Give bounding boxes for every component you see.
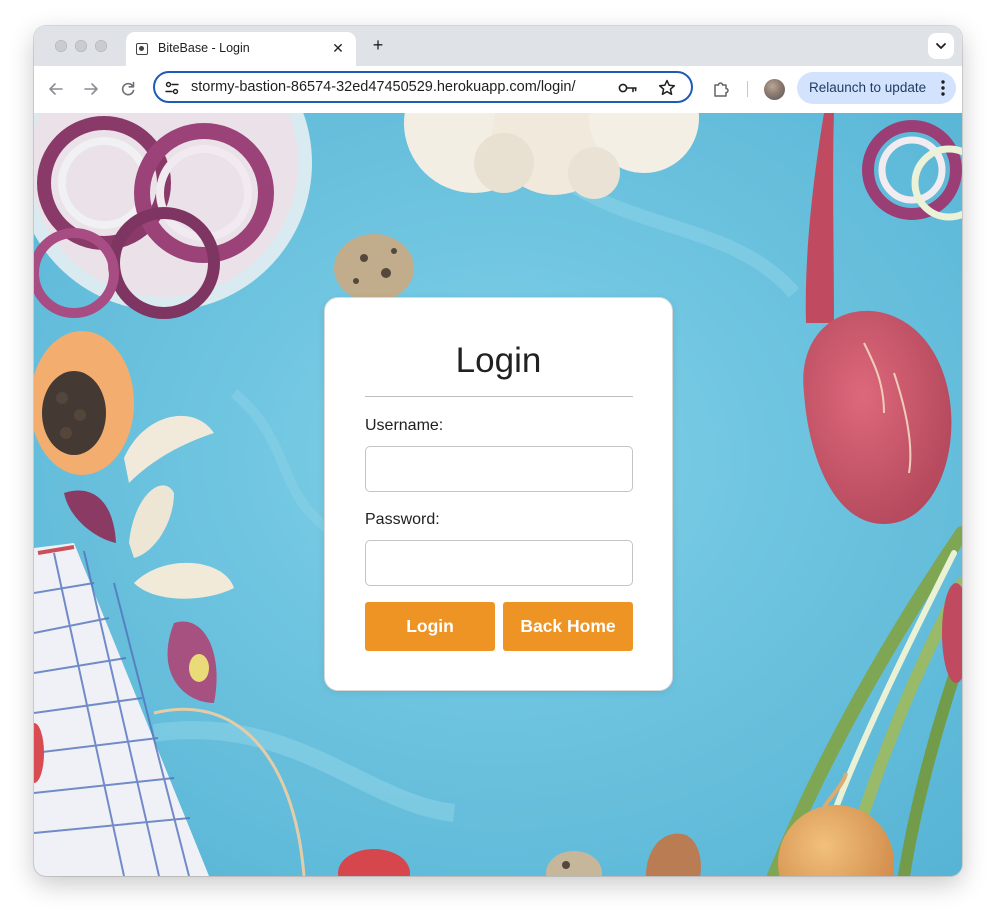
forward-button[interactable]	[80, 78, 102, 100]
page-viewport: Login Username: Password: Login Back Hom…	[34, 113, 962, 876]
tune-icon[interactable]	[164, 80, 180, 96]
arrow-left-icon	[49, 83, 63, 95]
login-card: Login Username: Password: Login Back Hom…	[324, 297, 673, 691]
title-divider	[365, 396, 633, 397]
relaunch-label: Relaunch to update	[809, 80, 927, 95]
browser-window: BiteBase - Login ✕ + stormy-bastion-8657…	[34, 26, 962, 876]
reload-button[interactable]	[117, 78, 139, 100]
tab-bitebase-login[interactable]: BiteBase - Login ✕	[126, 32, 356, 66]
page-icon	[136, 43, 148, 55]
avatar[interactable]	[764, 79, 785, 100]
username-label: Username:	[365, 417, 444, 434]
window-minimize-control[interactable]	[75, 40, 87, 52]
star-icon[interactable]	[657, 78, 677, 98]
tab-search-button[interactable]	[928, 33, 954, 59]
password-input[interactable]	[365, 540, 633, 586]
extensions-button[interactable]	[710, 78, 732, 100]
page-title: Login	[455, 341, 542, 380]
kebab-menu-icon[interactable]	[939, 79, 947, 97]
relaunch-to-update-button[interactable]: Relaunch to update	[797, 72, 956, 104]
key-icon[interactable]	[617, 79, 639, 97]
back-home-button[interactable]: Back Home	[503, 602, 633, 651]
puzzle-icon	[714, 82, 729, 97]
toolbar-separator	[747, 81, 748, 97]
back-button[interactable]	[45, 78, 67, 100]
tab-strip: BiteBase - Login ✕ +	[34, 26, 962, 66]
password-label: Password:	[365, 511, 440, 528]
window-close-control[interactable]	[55, 40, 67, 52]
tab-title: BiteBase - Login	[158, 41, 250, 55]
arrow-right-icon	[84, 83, 98, 95]
reload-icon	[121, 81, 135, 96]
address-bar[interactable]: stormy-bastion-86574-32ed47450529.heroku…	[153, 71, 693, 103]
chevron-down-icon	[936, 43, 946, 49]
url-text: stormy-bastion-86574-32ed47450529.heroku…	[191, 79, 576, 95]
browser-toolbar: stormy-bastion-86574-32ed47450529.heroku…	[34, 66, 962, 114]
login-button[interactable]: Login	[365, 602, 495, 651]
window-zoom-control[interactable]	[95, 40, 107, 52]
new-tab-button[interactable]: +	[368, 35, 388, 55]
close-icon[interactable]: ✕	[328, 38, 348, 58]
username-input[interactable]	[365, 446, 633, 492]
